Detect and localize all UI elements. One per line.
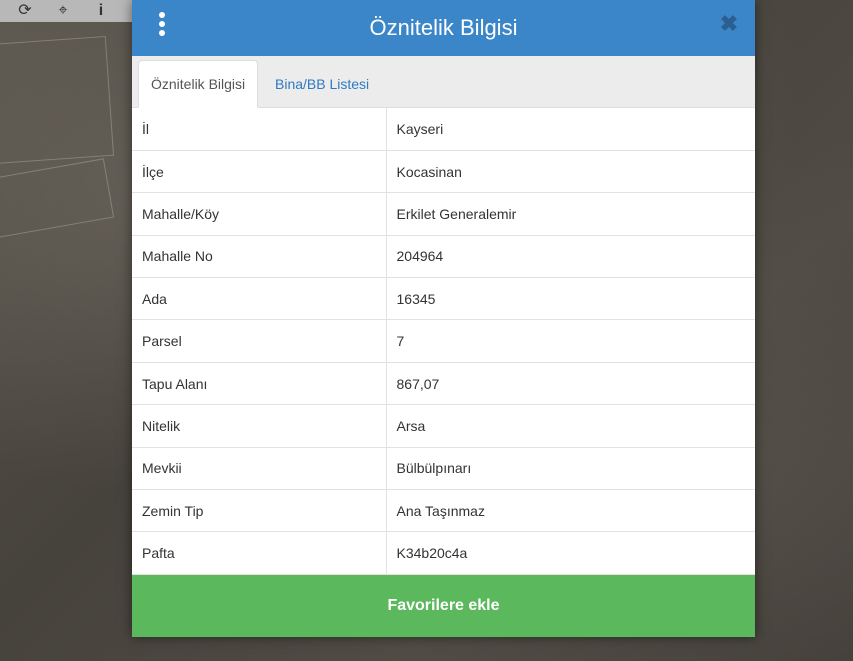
row-value: 867,07 [386,362,755,406]
info-icon[interactable]: i [92,3,110,19]
row-key: Mahalle No [132,235,387,279]
add-favorite-button[interactable]: Favorilere ekle [132,575,755,637]
row-key: Nitelik [132,404,387,448]
row-key: Parsel [132,319,387,363]
row-value: 7 [386,319,755,363]
table-row: Zemin Tip Ana Taşınmaz [132,489,755,533]
tabs-bar: Öznitelik Bilgisi Bina/BB Listesi [132,56,755,108]
row-value: Erkilet Generalemir [386,192,755,236]
close-icon[interactable]: ✖ [719,13,739,35]
row-key: Mahalle/Köy [132,192,387,236]
row-value: 16345 [386,277,755,321]
attribute-dialog: Öznitelik Bilgisi ✖ Öznitelik Bilgisi Bi… [132,0,755,637]
row-value: Kocasinan [386,150,755,194]
row-key: İlçe [132,150,387,194]
row-value: 204964 [386,235,755,279]
refresh-icon[interactable]: ⟳ [16,3,34,19]
menu-kebab-icon[interactable] [156,12,168,36]
table-row: Ada 16345 [132,277,755,321]
row-value: Arsa [386,404,755,448]
row-key: Ada [132,277,387,321]
row-key: Zemin Tip [132,489,387,533]
tab-building-list[interactable]: Bina/BB Listesi [263,60,381,108]
row-value: Ana Taşınmaz [386,489,755,533]
row-key: Tapu Alanı [132,362,387,406]
row-value: K34b20c4a [386,531,755,575]
row-key: Mevkii [132,447,387,491]
map-toolbar: ⟳ ⌖ i [0,0,132,22]
table-row: Pafta K34b20c4a [132,531,755,575]
table-row: Mahalle No 204964 [132,235,755,279]
table-row: Tapu Alanı 867,07 [132,362,755,406]
map-parcel-line [0,35,115,165]
row-key: İl [132,108,387,151]
table-row: Parsel 7 [132,319,755,363]
row-value: Kayseri [386,108,755,151]
crosshair-icon[interactable]: ⌖ [54,3,72,19]
tab-attribute-info[interactable]: Öznitelik Bilgisi [138,60,259,108]
table-row: Mahalle/Köy Erkilet Generalemir [132,192,755,236]
row-key: Pafta [132,531,387,575]
attribute-table: İl Kayseri İlçe Kocasinan Mahalle/Köy Er… [132,108,755,575]
table-row: Mevkii Bülbülpınarı [132,447,755,491]
map-parcel-line [0,158,115,242]
row-value: Bülbülpınarı [386,447,755,491]
dialog-header: Öznitelik Bilgisi ✖ [132,0,755,56]
table-row: İl Kayseri [132,108,755,151]
dialog-title: Öznitelik Bilgisi [369,15,518,40]
table-row: İlçe Kocasinan [132,150,755,194]
table-row: Nitelik Arsa [132,404,755,448]
